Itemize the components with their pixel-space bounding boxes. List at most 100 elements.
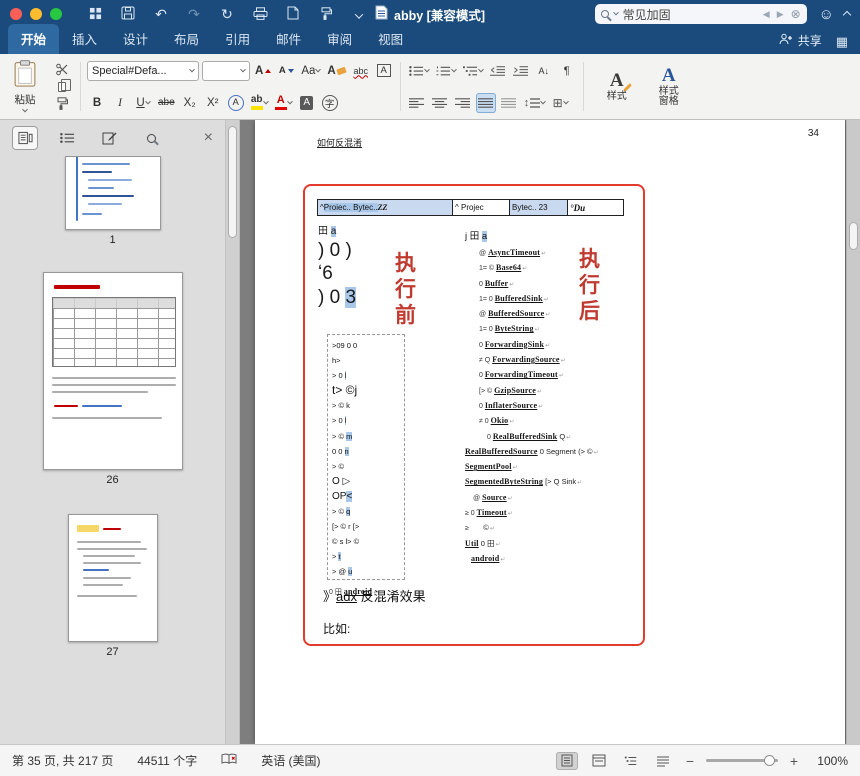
sidebar-search-button[interactable] — [138, 126, 164, 150]
show-marks-button[interactable]: ¶ — [557, 61, 577, 81]
thumbnail-page-26[interactable] — [42, 272, 183, 470]
borders-button[interactable]: ⊞ — [550, 93, 570, 113]
enclose-characters-button[interactable]: 字 — [320, 93, 340, 113]
italic-button[interactable]: I — [110, 93, 130, 113]
outline-pane-button[interactable] — [54, 126, 80, 150]
decrease-indent-button[interactable] — [488, 61, 508, 81]
save-button[interactable] — [119, 6, 137, 22]
underline-button[interactable]: U — [133, 93, 153, 113]
collapse-ribbon-chevron-icon[interactable] — [842, 5, 852, 23]
font-name-value: Special#Defa... — [92, 64, 167, 77]
font-size-combo[interactable] — [202, 60, 250, 81]
line-spacing-button[interactable]: ↕ — [522, 93, 548, 113]
page-indicator[interactable]: 第 35 页, 共 217 页 — [12, 752, 113, 769]
word-count[interactable]: 44511 个字 — [137, 752, 197, 769]
copy-button[interactable] — [52, 78, 72, 95]
ribbon-tab-6[interactable]: 审阅 — [314, 24, 365, 54]
proofing-book-icon[interactable] — [221, 753, 237, 768]
document-scrollbar[interactable] — [846, 120, 860, 744]
font-color-button[interactable]: A — [273, 93, 294, 113]
align-center-button[interactable] — [430, 93, 450, 113]
numbered-list-button[interactable] — [434, 61, 458, 81]
undo-button[interactable]: ↶ — [152, 7, 170, 21]
feedback-smiley-icon[interactable]: ☺ — [819, 6, 834, 23]
distribute-text-button[interactable] — [499, 93, 519, 113]
align-left-button[interactable] — [407, 93, 427, 113]
increase-indent-button[interactable] — [511, 61, 531, 81]
zoom-slider-thumb[interactable] — [764, 754, 775, 766]
language-indicator[interactable]: 英语 (美国) — [261, 752, 320, 769]
table-cell-2: ^ Projec — [453, 199, 510, 216]
sidebar-scrollbar-thumb[interactable] — [228, 126, 237, 238]
format-brush-button[interactable] — [52, 95, 72, 112]
bold-button[interactable]: B — [87, 93, 107, 113]
toolbar-overflow-chevron-icon[interactable] — [350, 7, 368, 21]
strikethrough-button[interactable]: abe — [156, 93, 177, 113]
search-scope-chevron-icon[interactable] — [612, 9, 619, 16]
zoom-level[interactable]: 100% — [810, 754, 848, 768]
close-sidebar-icon[interactable]: × — [204, 129, 213, 147]
document-page[interactable]: 如何反混淆 34 ^ Proiec.. Bytec.. ZZ ^ Projec … — [255, 120, 845, 744]
justify-button[interactable] — [475, 92, 496, 113]
clear-formatting-button[interactable]: A — [325, 61, 347, 81]
ribbon-tab-3[interactable]: 布局 — [161, 24, 212, 54]
share-button[interactable]: 共享 — [779, 32, 822, 54]
print-layout-view-button[interactable] — [556, 751, 578, 770]
superscript-button[interactable]: X² — [203, 93, 223, 113]
zoom-slider[interactable] — [706, 754, 778, 766]
zoom-in-button[interactable]: + — [788, 753, 800, 769]
ribbon-tab-0[interactable]: 开始 — [8, 24, 60, 54]
review-pane-button[interactable] — [96, 126, 122, 150]
search-field[interactable]: 常见加固 ◀ ▶ ⊗ — [594, 4, 807, 24]
ribbon-tab-1[interactable]: 插入 — [59, 24, 110, 54]
change-case-button[interactable]: Aa — [299, 61, 322, 81]
zoom-window-button[interactable] — [50, 8, 62, 20]
grow-font-button[interactable]: A — [253, 61, 273, 81]
styles-button[interactable]: A 样式 — [594, 59, 640, 114]
align-right-button[interactable] — [453, 93, 473, 113]
app-grid-icon[interactable] — [86, 7, 104, 22]
web-layout-view-button[interactable] — [588, 752, 610, 770]
thumbnails-pane-button[interactable] — [12, 126, 38, 150]
search-previous-button[interactable]: ◀ — [763, 9, 772, 20]
format-painter-button[interactable] — [317, 6, 335, 22]
focus-view-button[interactable] — [652, 752, 674, 770]
paste-button[interactable]: 粘贴 — [4, 57, 46, 116]
font-name-combo[interactable]: Special#Defa... — [87, 60, 199, 81]
clear-search-icon[interactable]: ⊗ — [791, 7, 801, 21]
search-next-button[interactable]: ▶ — [777, 9, 786, 20]
thumbnail-page-1[interactable] — [64, 156, 161, 230]
ribbon-layout-grid-icon[interactable]: ▦ — [836, 34, 848, 50]
repeat-button[interactable]: ↻ — [218, 7, 236, 21]
outline-view-button[interactable] — [620, 752, 642, 770]
subscript-button[interactable]: X₂ — [180, 93, 200, 113]
shrink-font-button[interactable]: A — [276, 61, 296, 81]
thumbnail-page-27[interactable] — [67, 514, 158, 642]
search-input[interactable]: 常见加固 — [623, 6, 758, 23]
text-effects-button[interactable]: A — [226, 93, 246, 113]
print-button[interactable] — [251, 6, 269, 22]
ribbon-tab-7[interactable]: 视图 — [365, 24, 416, 54]
sidebar-scrollbar[interactable] — [226, 120, 240, 744]
document-scrollbar-thumb[interactable] — [849, 222, 858, 250]
ribbon-tab-4[interactable]: 引用 — [212, 24, 263, 54]
character-shading-button[interactable]: A — [297, 93, 317, 113]
obf-glyph-line: 田 a — [318, 226, 337, 237]
bullet-list-button[interactable] — [407, 61, 431, 81]
ribbon-tab-2[interactable]: 设计 — [110, 24, 161, 54]
close-window-button[interactable] — [10, 8, 22, 20]
multilevel-list-button[interactable] — [461, 61, 485, 81]
copy-icon — [58, 78, 71, 92]
character-border-button[interactable]: A — [374, 61, 394, 81]
cut-button[interactable] — [52, 61, 72, 78]
zoom-out-button[interactable]: − — [684, 753, 696, 769]
redo-button[interactable]: ↷ — [185, 7, 203, 21]
highlight-button[interactable]: ab — [249, 93, 270, 113]
style-pane-button[interactable]: A 样式 窗格 — [646, 59, 692, 114]
paste-dropdown-chevron-icon[interactable] — [22, 106, 28, 113]
spelling-button[interactable]: abc — [351, 61, 371, 81]
new-document-button[interactable] — [284, 6, 302, 22]
minimize-window-button[interactable] — [30, 8, 42, 20]
ribbon-tab-5[interactable]: 邮件 — [263, 24, 314, 54]
sort-button[interactable]: A↓ — [534, 61, 554, 81]
